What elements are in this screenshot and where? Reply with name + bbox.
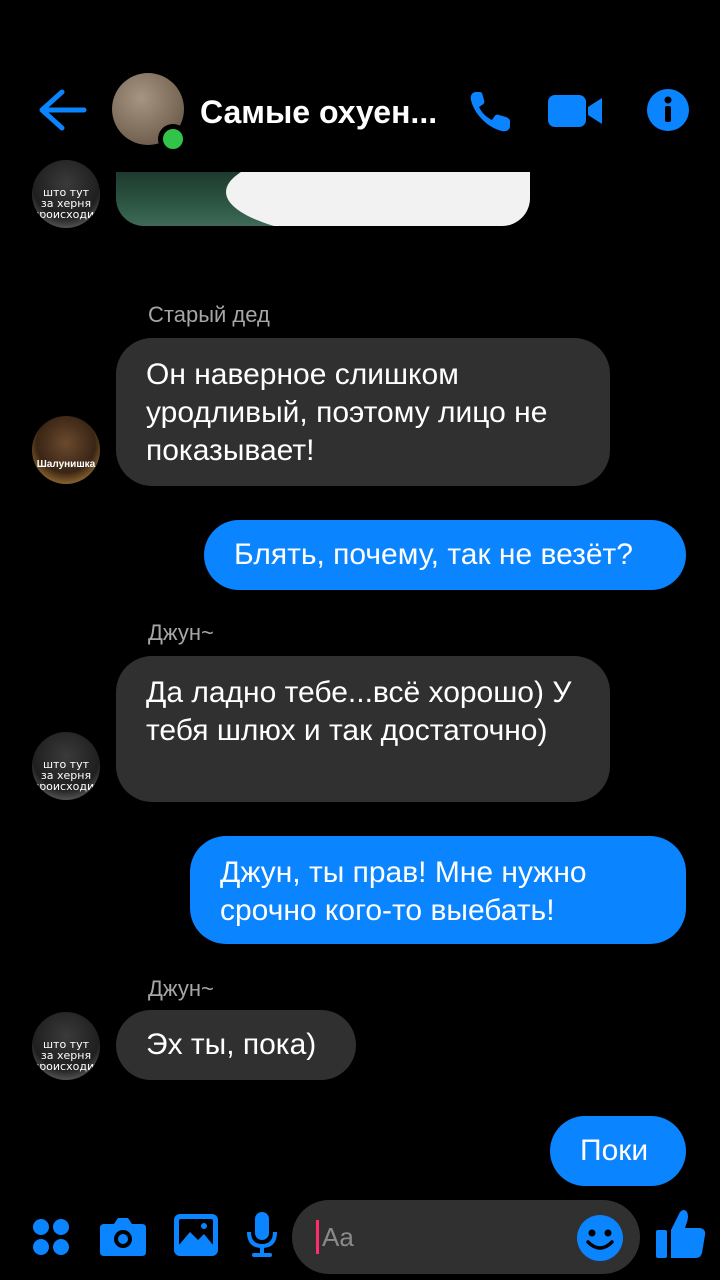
message-bubble-outgoing[interactable]: Поки	[550, 1116, 686, 1186]
sender-name: Старый дед	[148, 302, 270, 327]
avatar-caption: Шалунишка	[36, 459, 96, 470]
emoji-icon[interactable]	[576, 1214, 624, 1262]
avatar-caption: што тут за херня происходит	[32, 1038, 100, 1073]
shared-image[interactable]	[116, 172, 530, 226]
message-bubble-outgoing[interactable]: Блять, почему, так не везёт?	[204, 520, 686, 590]
microphone-icon[interactable]	[246, 1212, 278, 1258]
avatar-caption: што тут за херня происходит	[32, 758, 100, 793]
thumbs-up-icon[interactable]	[656, 1208, 706, 1260]
text-cursor	[316, 1220, 319, 1254]
image-icon[interactable]	[174, 1214, 218, 1256]
info-icon[interactable]	[646, 88, 690, 132]
avatar[interactable]: што тут за херня происходит	[32, 160, 100, 228]
avatar[interactable]: што тут за херня происходит	[32, 1012, 100, 1080]
online-status-dot	[158, 124, 188, 154]
back-arrow-icon[interactable]	[36, 88, 88, 132]
avatar-caption: што тут за херня происходит	[32, 186, 100, 221]
message-bubble-incoming[interactable]: Эх ты, пока)	[116, 1010, 356, 1080]
message-input-placeholder: Aa	[322, 1222, 354, 1252]
sender-name: Джун~	[148, 976, 214, 1001]
avatar[interactable]: што тут за херня происходит	[32, 732, 100, 800]
avatar[interactable]: Шалунишка	[32, 416, 100, 484]
message-bubble-incoming[interactable]: Да ладно тебе...всё хорошо) У тебя шлюх …	[116, 656, 610, 802]
video-camera-icon[interactable]	[548, 92, 602, 130]
camera-icon[interactable]	[100, 1216, 146, 1256]
phone-icon[interactable]	[466, 88, 514, 136]
chat-title[interactable]: Самые охуен...	[200, 94, 437, 131]
message-bubble-incoming[interactable]: Он наверное слишком уродливый, поэтому л…	[116, 338, 610, 486]
apps-icon[interactable]	[32, 1218, 70, 1256]
chat-header: Самые охуен...	[0, 60, 720, 160]
message-bubble-outgoing[interactable]: Джун, ты прав! Мне нужно срочно кого-то …	[190, 836, 686, 944]
sender-name: Джун~	[148, 620, 214, 645]
